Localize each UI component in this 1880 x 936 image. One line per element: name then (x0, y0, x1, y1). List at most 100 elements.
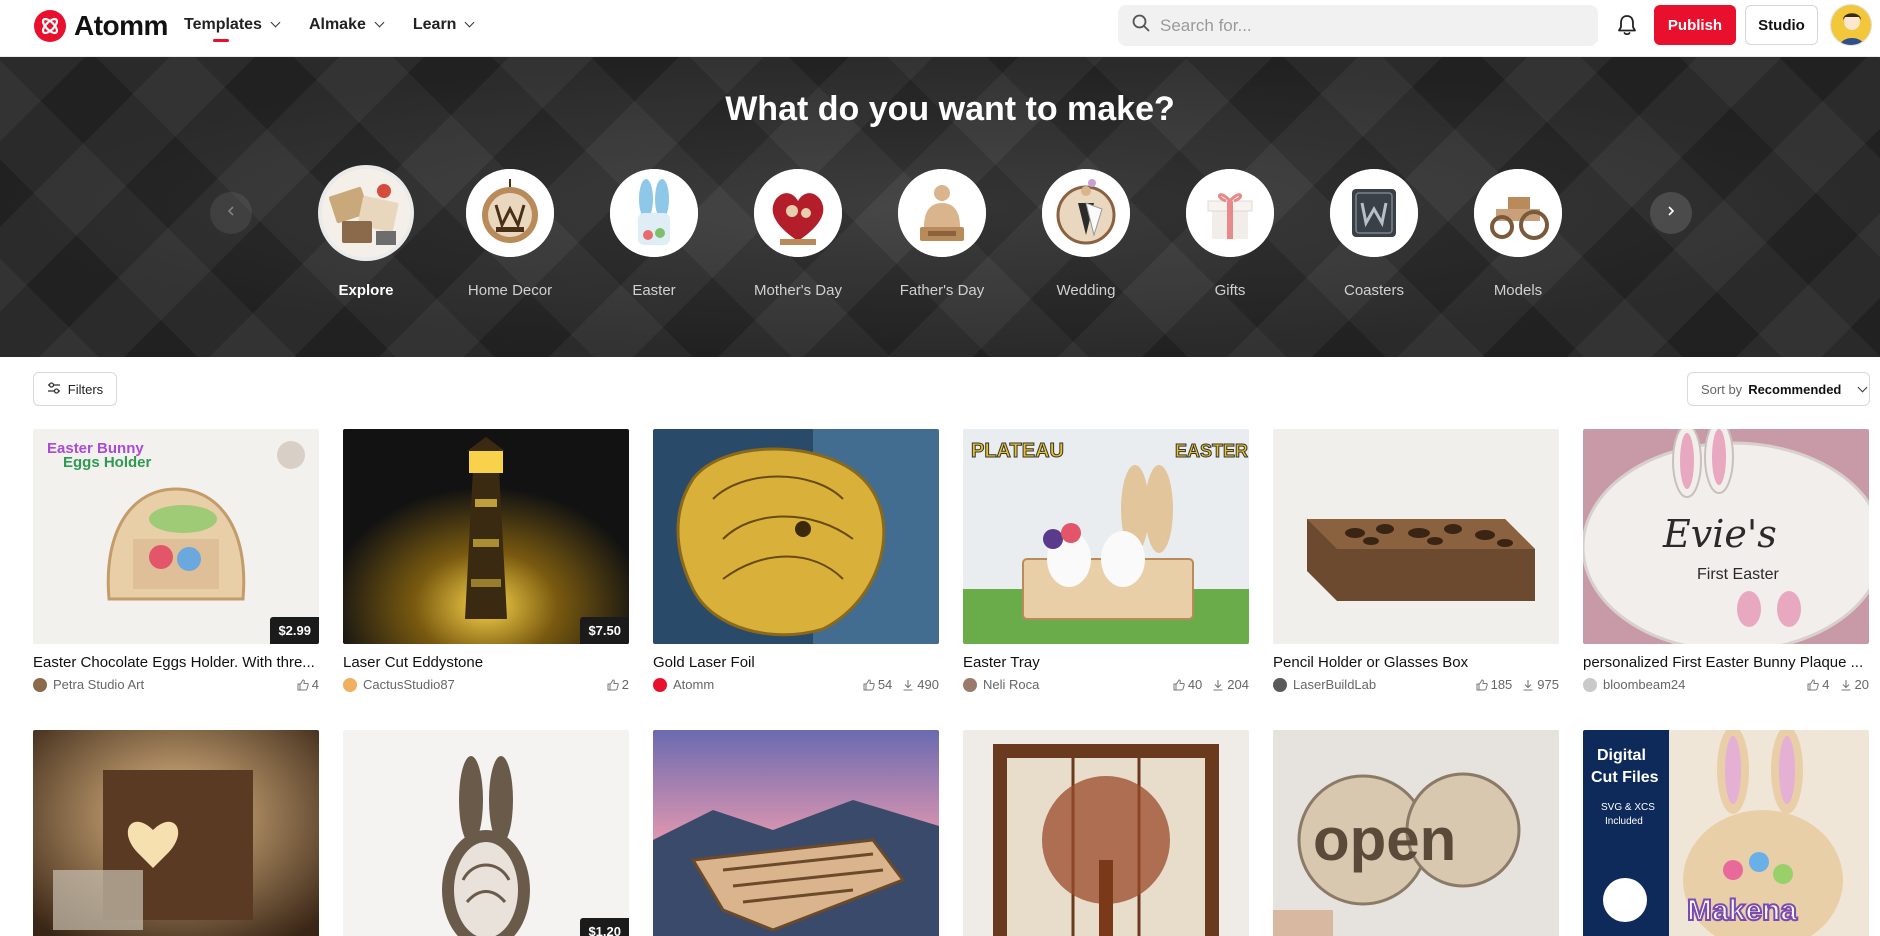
downloads-count: 975 (1537, 677, 1559, 692)
author-avatar (33, 677, 47, 692)
category-fathers-day-label: Father's Day (899, 282, 985, 299)
downloads-count: 490 (917, 677, 939, 692)
author-name[interactable]: LaserBuildLab (1293, 677, 1466, 692)
hero-banner: What do you want to make? Explore Home D… (0, 57, 1880, 357)
atomm-logo[interactable]: Atomm (34, 10, 168, 42)
download-icon (1840, 679, 1852, 691)
category-explore-label: Explore (338, 282, 394, 299)
author-name[interactable]: Petra Studio Art (53, 677, 287, 692)
card-thumbnail (1273, 429, 1559, 644)
card-thumbnail (33, 730, 319, 936)
likes-stat: 4 (1807, 677, 1830, 692)
card-title: Easter Tray (963, 654, 1040, 671)
category-home-decor[interactable]: Home Decor (466, 169, 554, 299)
template-card[interactable]: PLATEAU EASTER Easter Tray Neli Roca 40 … (963, 429, 1249, 692)
thumbs-up-icon (1807, 678, 1820, 691)
card-meta: Neli Roca 40 204 (963, 677, 1249, 692)
svg-text:Eggs Holder: Eggs Holder (63, 454, 152, 471)
likes-stat: 2 (607, 677, 629, 692)
nav-almake[interactable]: Almake (308, 0, 385, 49)
template-card[interactable]: Evie's First Easter personalized First E… (1583, 429, 1869, 692)
nav-templates-label: Templates (184, 15, 262, 33)
card-title: Gold Laser Foil (653, 654, 755, 671)
download-icon (1522, 679, 1534, 691)
template-card[interactable] (963, 730, 1249, 936)
card-thumbnail (963, 730, 1249, 936)
card-image-text-included: Included (1605, 816, 1643, 827)
author-name[interactable]: Neli Roca (983, 677, 1163, 692)
svg-text:open: open (1313, 806, 1456, 873)
downloads-count: 20 (1854, 677, 1869, 692)
card-image-text-cut-files: Cut Files (1591, 769, 1659, 786)
hero-title: What do you want to make? (725, 90, 1175, 128)
search-icon (1132, 14, 1150, 37)
category-fathers-day[interactable]: Father's Day (898, 169, 986, 299)
category-gifts-image (1186, 169, 1274, 257)
category-wedding[interactable]: Wedding (1042, 169, 1130, 299)
downloads-stat: 204 (1212, 677, 1249, 692)
template-card[interactable]: $1.20 (343, 730, 629, 936)
main-menu: Templates Almake Learn (184, 0, 475, 57)
likes-stat: 40 (1173, 677, 1202, 692)
template-card[interactable]: open (1273, 730, 1559, 936)
template-card[interactable] (653, 730, 939, 936)
card-title: Easter Chocolate Eggs Holder. With thre.… (33, 654, 315, 671)
thumbs-up-icon (607, 678, 619, 691)
svg-text:PLATEAU: PLATEAU (971, 440, 1064, 462)
template-card[interactable]: Gold Laser Foil Atomm 54 490 (653, 429, 939, 692)
author-avatar (343, 677, 357, 692)
card-title: Pencil Holder or Glasses Box (1273, 654, 1469, 671)
filter-sliders-icon (47, 381, 61, 398)
nav-learn[interactable]: Learn (413, 0, 475, 49)
author-name[interactable]: bloombeam24 (1603, 677, 1797, 692)
svg-text:First Easter: First Easter (1697, 566, 1779, 583)
nav-almake-label: Almake (308, 15, 366, 33)
carousel-prev-button[interactable] (210, 192, 252, 234)
downloads-count: 204 (1227, 677, 1249, 692)
studio-button[interactable]: Studio (1745, 5, 1818, 45)
template-card[interactable] (33, 730, 319, 936)
category-mothers-day[interactable]: Mother's Day (754, 169, 842, 299)
sort-prefix-label: Sort by (1701, 381, 1743, 397)
downloads-stat: 975 (1522, 677, 1559, 692)
notification-bell-icon[interactable] (1614, 12, 1640, 38)
template-card[interactable]: Digital Cut Files SVG & XCS Included Mak… (1583, 730, 1869, 936)
template-card[interactable]: $7.50 Laser Cut Eddystone CactusStudio87… (343, 429, 629, 692)
likes-stat: 185 (1476, 677, 1512, 692)
chevron-right-icon (1665, 204, 1677, 222)
nav-templates[interactable]: Templates (184, 0, 281, 49)
author-avatar (963, 677, 977, 692)
category-gifts[interactable]: Gifts (1186, 169, 1274, 299)
card-meta: Petra Studio Art 4 (33, 677, 319, 692)
author-avatar (653, 677, 667, 692)
template-grid: Easter Bunny Eggs Holder $2.99 Easter Ch… (33, 429, 1869, 936)
author-name[interactable]: CactusStudio87 (363, 677, 597, 692)
card-thumbnail: Easter Bunny Eggs Holder $2.99 (33, 429, 319, 644)
likes-count: 4 (311, 677, 319, 692)
publish-button[interactable]: Publish (1654, 5, 1736, 45)
search-box[interactable] (1118, 5, 1598, 46)
card-title: Laser Cut Eddystone (343, 654, 484, 671)
sort-dropdown[interactable]: Sort by Recommended (1687, 372, 1870, 406)
template-card[interactable]: Easter Bunny Eggs Holder $2.99 Easter Ch… (33, 429, 319, 692)
category-explore[interactable]: Explore (322, 169, 410, 299)
thumbs-up-icon (297, 678, 309, 691)
template-card[interactable]: Pencil Holder or Glasses Box LaserBuildL… (1273, 429, 1559, 692)
category-models[interactable]: Models (1474, 169, 1562, 299)
filters-button[interactable]: Filters (33, 372, 117, 406)
top-navigation: Atomm Templates Almake Learn Publish Stu… (0, 0, 1880, 57)
category-coasters-image (1330, 169, 1418, 257)
author-name[interactable]: Atomm (673, 677, 853, 692)
thumbs-up-icon (1476, 678, 1488, 691)
chevron-down-icon (374, 17, 385, 28)
category-coasters[interactable]: Coasters (1330, 169, 1418, 299)
filters-label: Filters (67, 381, 104, 397)
category-easter[interactable]: Easter (610, 169, 698, 299)
search-input[interactable] (1160, 15, 1580, 36)
card-image-text-svg-xcs: SVG & XCS (1601, 802, 1655, 813)
chevron-left-icon (225, 204, 237, 222)
user-avatar[interactable] (1830, 4, 1872, 46)
downloads-stat: 490 (902, 677, 939, 692)
carousel-next-button[interactable] (1650, 192, 1692, 234)
category-wedding-image (1042, 169, 1130, 257)
